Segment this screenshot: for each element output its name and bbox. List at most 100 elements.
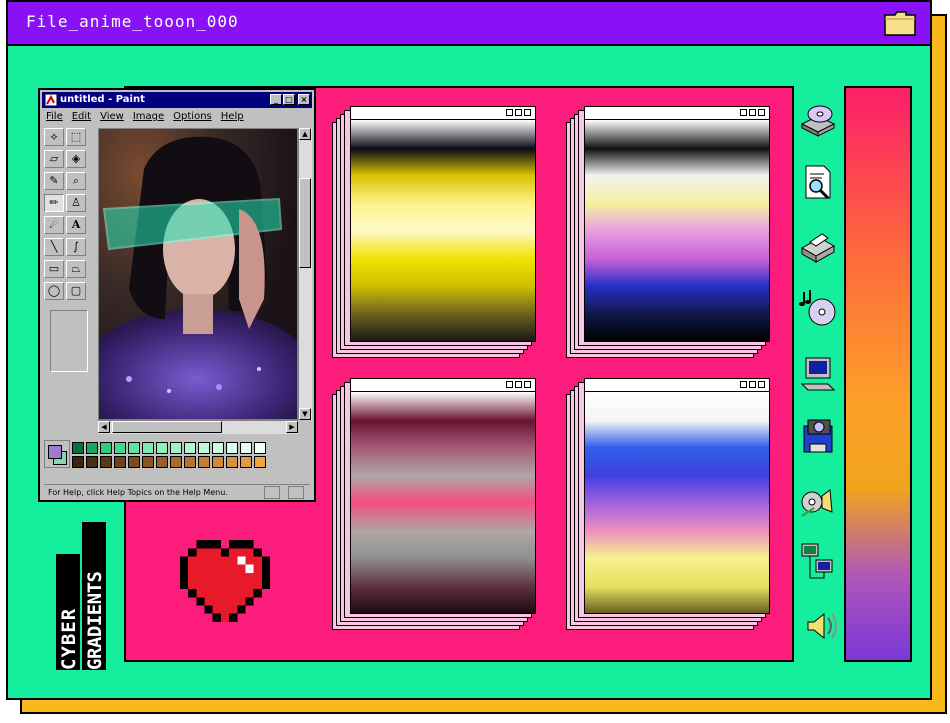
menu-view[interactable]: View xyxy=(100,111,124,122)
paint-title-bar[interactable]: untitled - Paint _ □ × xyxy=(42,92,312,108)
free-select-icon[interactable]: ⟡ xyxy=(44,128,64,146)
scroll-left-button[interactable]: ◀ xyxy=(98,421,110,433)
gradient-window-titlebar[interactable] xyxy=(584,378,770,392)
scroll-right-button[interactable]: ▶ xyxy=(286,421,298,433)
scroll-up-button[interactable]: ▲ xyxy=(299,128,311,140)
picker-icon[interactable]: ✎ xyxy=(44,172,64,190)
palette-color[interactable] xyxy=(240,442,252,454)
maximize-button[interactable] xyxy=(515,381,522,388)
find-document-icon[interactable] xyxy=(798,162,838,202)
minimize-button[interactable] xyxy=(740,109,747,116)
maximize-button[interactable]: □ xyxy=(283,94,295,105)
palette-color[interactable] xyxy=(212,456,224,468)
title-bar[interactable]: File_anime_tooon_000 xyxy=(8,2,930,46)
text-icon[interactable]: A xyxy=(66,216,86,234)
vertical-scrollbar[interactable]: ▲ ▼ xyxy=(298,128,312,420)
paint-canvas[interactable] xyxy=(98,128,298,420)
palette-color[interactable] xyxy=(226,442,238,454)
palette-color[interactable] xyxy=(86,442,98,454)
speaker-icon[interactable] xyxy=(802,606,842,646)
gradient-window-titlebar[interactable] xyxy=(584,106,770,120)
palette-color[interactable] xyxy=(170,456,182,468)
paint-title: untitled - Paint xyxy=(60,94,145,105)
rect-select-icon[interactable]: ⬚ xyxy=(66,128,86,146)
palette-color[interactable] xyxy=(128,456,140,468)
status-cell-position xyxy=(264,486,280,499)
gradient-window-titlebar[interactable] xyxy=(350,378,536,392)
ellipse-icon[interactable]: ◯ xyxy=(44,282,64,300)
maximize-button[interactable] xyxy=(515,109,522,116)
palette-color[interactable] xyxy=(240,456,252,468)
magnifier-icon[interactable]: ⌕ xyxy=(66,172,86,190)
rectangle-icon[interactable]: ▭ xyxy=(44,260,64,278)
palette-color[interactable] xyxy=(226,456,238,468)
curve-icon[interactable]: ∫ xyxy=(66,238,86,256)
scroll-thumb[interactable] xyxy=(299,178,311,268)
gradient-window[interactable] xyxy=(562,106,772,362)
computer-icon[interactable] xyxy=(798,354,838,394)
close-button[interactable] xyxy=(524,381,531,388)
scroll-down-button[interactable]: ▼ xyxy=(299,408,311,420)
menu-image[interactable]: Image xyxy=(133,111,164,122)
line-icon[interactable]: ╲ xyxy=(44,238,64,256)
printer-icon[interactable] xyxy=(798,224,838,264)
network-icon[interactable] xyxy=(798,542,838,582)
palette-color[interactable] xyxy=(198,442,210,454)
palette-color[interactable] xyxy=(114,456,126,468)
sound-recorder-icon[interactable] xyxy=(798,482,838,522)
palette-color[interactable] xyxy=(254,442,266,454)
gradient-window[interactable] xyxy=(328,106,538,362)
folder-icon[interactable] xyxy=(884,10,916,36)
gradient-window-titlebar[interactable] xyxy=(350,106,536,120)
palette-color[interactable] xyxy=(142,442,154,454)
palette-color[interactable] xyxy=(142,456,154,468)
minimize-button[interactable]: _ xyxy=(270,94,282,105)
cd-drive-icon[interactable] xyxy=(798,100,838,140)
paint-menu-bar: File Edit View Image Options Help xyxy=(46,111,244,122)
rounded-rect-icon[interactable]: ▢ xyxy=(66,282,86,300)
palette-color[interactable] xyxy=(114,442,126,454)
palette-color[interactable] xyxy=(100,442,112,454)
paint-window[interactable]: untitled - Paint _ □ × File Edit View Im… xyxy=(38,88,316,502)
close-button[interactable] xyxy=(524,109,531,116)
palette-color[interactable] xyxy=(184,456,196,468)
minimize-button[interactable] xyxy=(506,381,513,388)
palette-color[interactable] xyxy=(184,442,196,454)
tool-options-box[interactable] xyxy=(50,310,88,372)
eraser-icon[interactable]: ▱ xyxy=(44,150,64,168)
minimize-button[interactable] xyxy=(740,381,747,388)
gradient-window[interactable] xyxy=(328,378,538,634)
palette-color[interactable] xyxy=(86,456,98,468)
camera-disk-icon[interactable] xyxy=(798,416,838,456)
palette-color[interactable] xyxy=(128,442,140,454)
palette-color[interactable] xyxy=(170,442,182,454)
brush-icon[interactable]: ♙ xyxy=(66,194,86,212)
gradient-window[interactable] xyxy=(562,378,772,634)
pencil-icon[interactable]: ✏ xyxy=(44,194,64,212)
palette-color[interactable] xyxy=(100,456,112,468)
hscroll-thumb[interactable] xyxy=(112,421,222,433)
palette-color[interactable] xyxy=(72,456,84,468)
palette-color[interactable] xyxy=(72,442,84,454)
minimize-button[interactable] xyxy=(506,109,513,116)
polygon-icon[interactable]: ⏢ xyxy=(66,260,86,278)
music-cd-icon[interactable] xyxy=(798,288,838,328)
horizontal-scrollbar[interactable]: ◀ ▶ xyxy=(98,420,298,434)
menu-file[interactable]: File xyxy=(46,111,63,122)
maximize-button[interactable] xyxy=(749,109,756,116)
palette-color[interactable] xyxy=(198,456,210,468)
close-button[interactable] xyxy=(758,109,765,116)
close-button[interactable]: × xyxy=(298,94,310,105)
palette-color[interactable] xyxy=(156,442,168,454)
palette-color[interactable] xyxy=(254,456,266,468)
close-button[interactable] xyxy=(758,381,765,388)
palette-color[interactable] xyxy=(212,442,224,454)
fill-icon[interactable]: ◈ xyxy=(66,150,86,168)
current-colors[interactable] xyxy=(44,440,70,468)
maximize-button[interactable] xyxy=(749,381,756,388)
airbrush-icon[interactable]: ☄ xyxy=(44,216,64,234)
palette-color[interactable] xyxy=(156,456,168,468)
menu-help[interactable]: Help xyxy=(221,111,244,122)
menu-options[interactable]: Options xyxy=(173,111,212,122)
menu-edit[interactable]: Edit xyxy=(72,111,91,122)
